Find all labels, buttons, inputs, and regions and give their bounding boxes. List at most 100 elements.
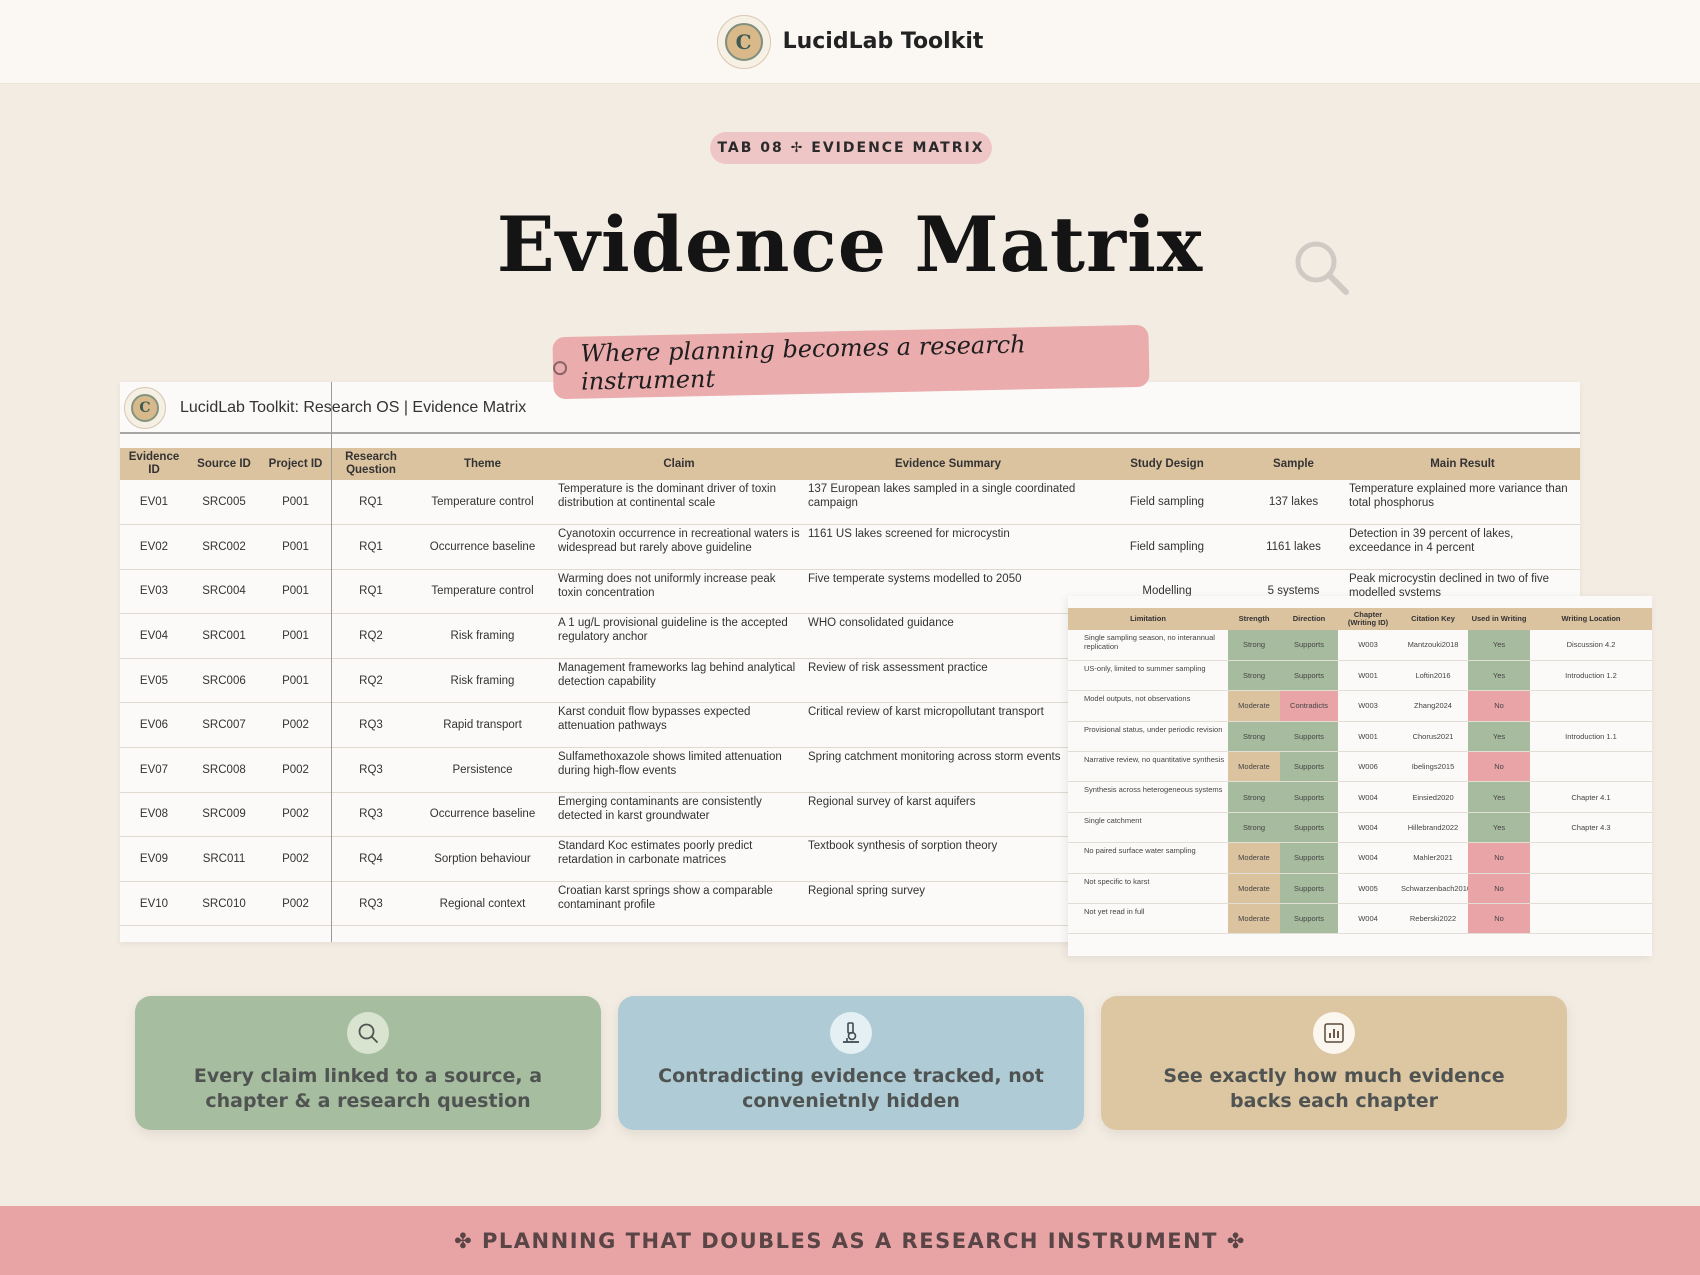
column-header[interactable]: Strength <box>1228 608 1280 630</box>
location-cell[interactable]: Discussion 4.2 <box>1530 630 1652 661</box>
chapter-cell[interactable]: W003 <box>1338 690 1398 722</box>
table-cell[interactable]: Detection in 39 percent of lakes, exceed… <box>1345 524 1580 570</box>
table-cell[interactable]: Regional context <box>411 881 554 927</box>
table-cell[interactable]: SRC006 <box>188 658 260 704</box>
table-cell[interactable]: Persistence <box>411 747 554 793</box>
direction-cell[interactable]: Supports <box>1280 873 1338 905</box>
column-header[interactable]: Direction <box>1280 608 1338 630</box>
direction-cell[interactable]: Supports <box>1280 903 1338 935</box>
table-cell[interactable]: 1161 US lakes screened for microcystin <box>804 524 1092 570</box>
table-cell[interactable]: P002 <box>260 792 331 838</box>
table-cell[interactable]: Risk framing <box>411 613 554 659</box>
direction-cell[interactable]: Supports <box>1280 660 1338 692</box>
table-cell[interactable]: A 1 ug/L provisional guideline is the ac… <box>554 613 804 659</box>
citation-cell[interactable]: Schwarzenbach2010 <box>1398 873 1468 905</box>
column-header[interactable]: Writing Location <box>1530 608 1652 630</box>
used-cell[interactable]: Yes <box>1468 781 1530 813</box>
limitation-cell[interactable]: Single sampling season, no interannual r… <box>1068 630 1228 661</box>
direction-cell[interactable]: Supports <box>1280 812 1338 844</box>
location-cell[interactable]: Introduction 1.1 <box>1530 721 1652 753</box>
limitation-cell[interactable]: Narrative review, no quantitative synthe… <box>1068 751 1228 783</box>
used-cell[interactable]: Yes <box>1468 721 1530 753</box>
limitation-cell[interactable]: Not specific to karst <box>1068 873 1228 905</box>
citation-cell[interactable]: Mantzouki2018 <box>1398 630 1468 661</box>
table-cell[interactable]: Spring catchment monitoring across storm… <box>804 747 1092 793</box>
table-cell[interactable]: RQ2 <box>331 658 411 704</box>
chapter-cell[interactable]: W004 <box>1338 842 1398 874</box>
strength-cell[interactable]: Moderate <box>1228 690 1280 722</box>
table-cell[interactable]: SRC010 <box>188 881 260 927</box>
table-cell[interactable]: Temperature explained more variance than… <box>1345 480 1580 526</box>
location-cell[interactable] <box>1530 690 1652 722</box>
direction-cell[interactable]: Supports <box>1280 751 1338 783</box>
column-header[interactable]: Study Design <box>1092 448 1242 480</box>
table-cell[interactable]: P002 <box>260 747 331 793</box>
strength-cell[interactable]: Moderate <box>1228 873 1280 905</box>
brand-logo[interactable]: C <box>716 14 771 69</box>
strength-cell[interactable]: Strong <box>1228 812 1280 844</box>
table-cell[interactable]: SRC004 <box>188 569 260 615</box>
chapter-cell[interactable]: W004 <box>1338 903 1398 935</box>
chapter-cell[interactable]: W005 <box>1338 873 1398 905</box>
location-cell[interactable]: Chapter 4.1 <box>1530 781 1652 813</box>
table-cell[interactable]: Review of risk assessment practice <box>804 658 1092 704</box>
table-cell[interactable]: Sorption behaviour <box>411 836 554 882</box>
citation-cell[interactable]: Mahler2021 <box>1398 842 1468 874</box>
column-header[interactable]: Research Question <box>331 448 411 480</box>
column-header[interactable]: Evidence ID <box>120 448 188 480</box>
table-cell[interactable]: Critical review of karst micropollutant … <box>804 702 1092 749</box>
table-cell[interactable]: Rapid transport <box>411 702 554 749</box>
limitation-cell[interactable]: Model outputs, not observations <box>1068 690 1228 722</box>
used-cell[interactable]: No <box>1468 842 1530 874</box>
table-cell[interactable]: Field sampling <box>1092 480 1242 526</box>
table-row[interactable]: US-only, limited to summer sampling Stron… <box>1068 660 1652 692</box>
table-row[interactable]: No paired surface water sampling Moderate… <box>1068 842 1652 874</box>
column-header[interactable]: Limitation <box>1068 608 1228 630</box>
column-header[interactable]: Source ID <box>188 448 260 480</box>
direction-cell[interactable]: Supports <box>1280 630 1338 661</box>
used-cell[interactable]: No <box>1468 873 1530 905</box>
table-row[interactable]: Synthesis across heterogeneous systems St… <box>1068 781 1652 813</box>
table-cell[interactable]: RQ4 <box>331 836 411 882</box>
table-cell[interactable]: SRC007 <box>188 702 260 749</box>
location-cell[interactable] <box>1530 751 1652 783</box>
table-cell[interactable]: Karst conduit flow bypasses expected att… <box>554 702 804 749</box>
chapter-cell[interactable]: W001 <box>1338 721 1398 753</box>
table-cell[interactable]: SRC011 <box>188 836 260 882</box>
table-cell[interactable]: SRC009 <box>188 792 260 838</box>
chapter-cell[interactable]: W004 <box>1338 781 1398 813</box>
direction-cell[interactable]: Contradicts <box>1280 690 1338 722</box>
limitation-cell[interactable]: Provisional status, under periodic revis… <box>1068 721 1228 753</box>
table-cell[interactable]: RQ2 <box>331 613 411 659</box>
table-cell[interactable]: SRC001 <box>188 613 260 659</box>
citation-cell[interactable]: Zhang2024 <box>1398 690 1468 722</box>
table-cell[interactable]: 137 European lakes sampled in a single c… <box>804 480 1092 526</box>
table-row[interactable]: Model outputs, not observations Moderate C… <box>1068 690 1652 722</box>
table-cell[interactable]: Regional survey of karst aquifers <box>804 792 1092 838</box>
location-cell[interactable] <box>1530 873 1652 905</box>
column-header[interactable]: Sample <box>1242 448 1345 480</box>
table-cell[interactable]: Temperature control <box>411 569 554 615</box>
location-cell[interactable] <box>1530 842 1652 874</box>
table-cell[interactable]: WHO consolidated guidance <box>804 613 1092 659</box>
limitation-cell[interactable]: Synthesis across heterogeneous systems <box>1068 781 1228 813</box>
table-cell[interactable]: EV08 <box>120 792 188 838</box>
limitation-cell[interactable]: Not yet read in full <box>1068 903 1228 935</box>
table-cell[interactable]: P001 <box>260 480 331 526</box>
citation-cell[interactable]: Reberski2022 <box>1398 903 1468 935</box>
table-cell[interactable]: Textbook synthesis of sorption theory <box>804 836 1092 882</box>
location-cell[interactable] <box>1530 903 1652 935</box>
table-cell[interactable]: RQ3 <box>331 747 411 793</box>
table-cell[interactable]: Standard Koc estimates poorly predict re… <box>554 836 804 882</box>
strength-cell[interactable]: Strong <box>1228 630 1280 661</box>
table-cell[interactable]: P001 <box>260 524 331 570</box>
used-cell[interactable]: No <box>1468 903 1530 935</box>
strength-cell[interactable]: Moderate <box>1228 842 1280 874</box>
column-header[interactable]: Project ID <box>260 448 331 480</box>
table-row[interactable]: Not specific to karst Moderate Supports W00… <box>1068 873 1652 905</box>
table-row[interactable]: Not yet read in full Moderate Supports W004… <box>1068 903 1652 935</box>
location-cell[interactable]: Introduction 1.2 <box>1530 660 1652 692</box>
table-cell[interactable]: EV10 <box>120 881 188 927</box>
table-cell[interactable]: 137 lakes <box>1242 480 1345 526</box>
limitation-cell[interactable]: US-only, limited to summer sampling <box>1068 660 1228 692</box>
